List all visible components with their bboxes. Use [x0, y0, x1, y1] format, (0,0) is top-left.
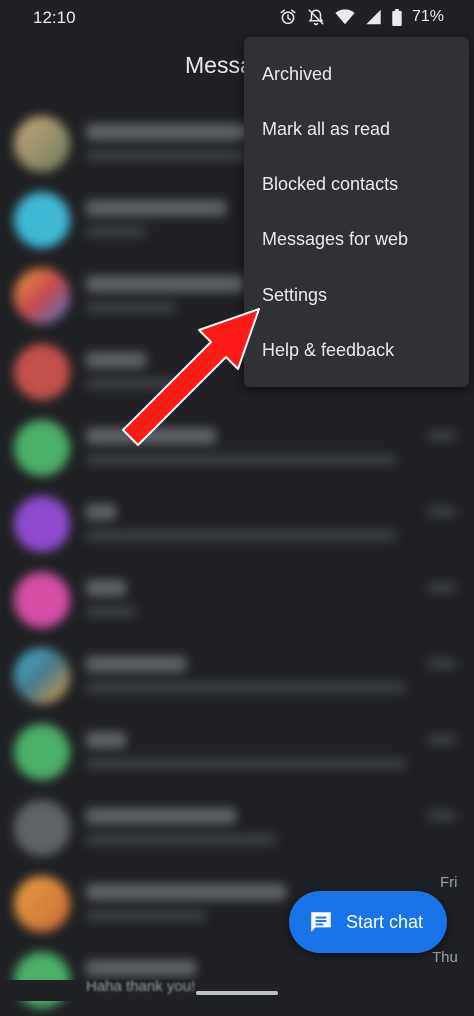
menu-item-settings[interactable]: Settings — [244, 268, 469, 323]
menu-item-blocked-contacts[interactable]: Blocked contacts — [244, 157, 469, 212]
avatar — [14, 344, 70, 400]
conversation-row[interactable] — [0, 788, 474, 864]
avatar — [14, 268, 70, 324]
menu-item-help-feedback[interactable]: Help & feedback — [244, 323, 469, 378]
conversation-row[interactable] — [0, 560, 474, 636]
message-preview: Haha thank you! — [86, 978, 196, 995]
menu-item-label: Archived — [262, 64, 333, 84]
start-chat-label: Start chat — [346, 912, 424, 932]
day-label-thu: Thu — [432, 949, 458, 966]
avatar — [14, 496, 70, 552]
avatar — [14, 116, 70, 172]
status-bar: 12:10 71% — [0, 0, 474, 36]
gesture-nav-handle[interactable] — [196, 991, 278, 995]
avatar — [14, 420, 70, 476]
conversation-row[interactable] — [0, 484, 474, 560]
chat-icon — [311, 912, 331, 932]
conversation-row[interactable] — [0, 636, 474, 712]
avatar — [14, 192, 70, 248]
menu-item-label: Blocked contacts — [262, 174, 399, 194]
menu-item-label: Mark all as read — [262, 119, 391, 139]
avatar — [14, 800, 70, 856]
battery-percent: 71% — [411, 8, 444, 25]
avatar — [14, 572, 70, 628]
overflow-menu: Archived Mark all as read Blocked contac… — [244, 37, 469, 387]
avatar — [14, 648, 70, 704]
day-label-fri: Fri — [440, 874, 458, 891]
wifi-icon — [335, 9, 355, 25]
menu-item-messages-for-web[interactable]: Messages for web — [244, 212, 469, 267]
page-title: Messa — [185, 52, 253, 78]
status-icons: 71% — [279, 8, 444, 26]
avatar — [14, 876, 70, 932]
menu-item-label: Settings — [262, 285, 328, 305]
signal-icon — [366, 9, 381, 25]
menu-item-label: Help & feedback — [262, 340, 395, 360]
bell-off-icon — [308, 9, 324, 26]
avatar — [14, 724, 70, 780]
conversation-row[interactable] — [0, 408, 474, 484]
menu-item-mark-all-read[interactable]: Mark all as read — [244, 102, 469, 157]
menu-item-label: Messages for web — [262, 229, 409, 249]
conversation-row[interactable] — [0, 712, 474, 788]
battery-icon — [392, 8, 402, 26]
status-time: 12:10 — [33, 8, 76, 27]
start-chat-button[interactable]: Start chat — [289, 891, 447, 953]
menu-item-archived[interactable]: Archived — [244, 47, 469, 102]
alarm-icon — [280, 9, 296, 25]
